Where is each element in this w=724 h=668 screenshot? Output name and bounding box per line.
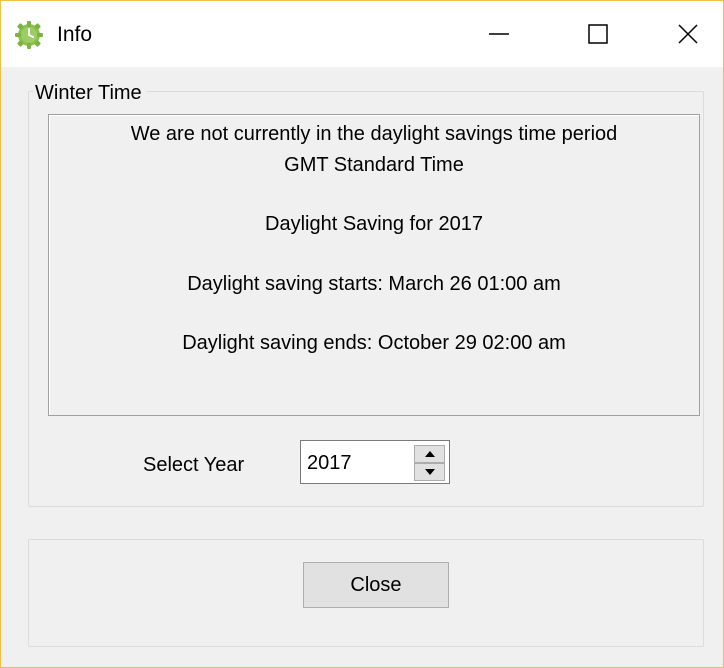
clock-icon (15, 21, 43, 49)
close-window-button[interactable] (641, 1, 724, 67)
dst-status-text: We are not currently in the daylight sav… (130, 123, 618, 145)
close-button[interactable]: Close (303, 562, 449, 608)
close-icon (678, 24, 698, 44)
dst-start-text: Daylight saving starts: March 26 01:00 a… (187, 273, 561, 295)
group-title: Winter Time (33, 80, 146, 106)
title-bar[interactable]: Info (1, 1, 723, 67)
minimize-button[interactable] (452, 1, 546, 67)
select-year-label: Select Year (143, 454, 245, 476)
info-window: Info Winter Time We are not currently in… (0, 0, 724, 668)
minimize-icon (489, 33, 509, 35)
window-title: Info (57, 23, 93, 46)
dst-end-text: Daylight saving ends: October 29 02:00 a… (182, 332, 566, 354)
year-decrement-button[interactable] (414, 463, 445, 481)
up-arrow-icon (424, 451, 435, 457)
maximize-button[interactable] (551, 1, 645, 67)
year-spinner[interactable]: 2017 (300, 440, 450, 484)
year-input[interactable]: 2017 (307, 450, 352, 476)
down-arrow-icon (424, 469, 435, 475)
info-panel: We are not currently in the daylight sav… (48, 114, 700, 416)
timezone-name: GMT Standard Time (284, 154, 464, 176)
dst-year-heading: Daylight Saving for 2017 (265, 213, 483, 235)
year-increment-button[interactable] (414, 445, 445, 463)
maximize-icon (588, 24, 608, 44)
